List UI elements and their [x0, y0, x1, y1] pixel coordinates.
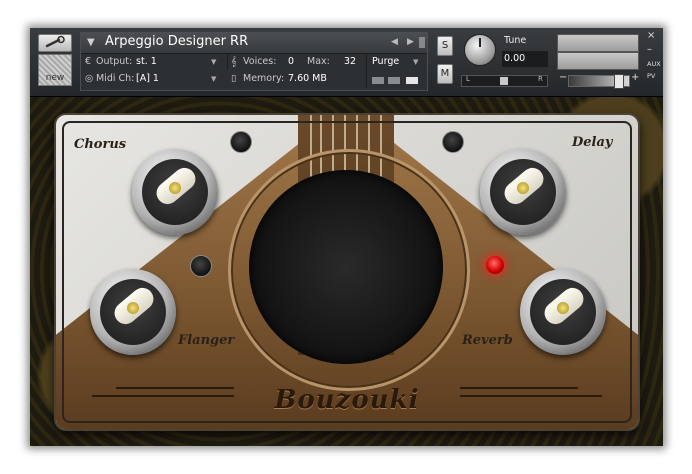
max-value[interactable]: 32: [344, 56, 356, 67]
voices-icon: 𝄞: [231, 56, 237, 67]
output-value[interactable]: st. 1: [136, 56, 157, 67]
reverb-knob[interactable]: [520, 269, 606, 355]
next-instrument-icon[interactable]: ▶: [407, 37, 414, 47]
purge-button[interactable]: Purge: [372, 56, 399, 67]
midi-icon: ◎: [85, 73, 94, 84]
reverb-label: Reverb: [462, 333, 513, 348]
pan-right-label: R: [538, 75, 543, 83]
divider-line: [460, 387, 578, 389]
chorus-knob[interactable]: [132, 149, 218, 235]
midi-dropdown-icon[interactable]: ▼: [211, 75, 216, 83]
caret-down-icon[interactable]: ▼: [87, 37, 95, 48]
memory-value: 7.60 MB: [288, 73, 327, 84]
solo-label: S: [441, 40, 449, 51]
brand-logo: Bouzouki: [274, 385, 420, 415]
solo-button[interactable]: S: [437, 36, 453, 56]
max-label: Max:: [307, 56, 330, 67]
instrument-header: new ▼ Arpeggio Designer RR ◀ ▶ € Output:…: [30, 28, 663, 97]
divider: [366, 54, 367, 88]
level-meter-left: [557, 34, 639, 52]
kontakt-instrument-window: new ▼ Arpeggio Designer RR ◀ ▶ € Output:…: [30, 28, 663, 446]
midi-value[interactable]: [A] 1: [136, 73, 159, 84]
flanger-indicator[interactable]: [190, 255, 212, 277]
memory-icon: ▯: [231, 73, 237, 84]
reverb-indicator-led[interactable]: [486, 256, 504, 274]
new-instrument-button[interactable]: new: [38, 54, 72, 86]
voices-value: 0: [288, 56, 295, 67]
pv-button[interactable]: PV: [647, 72, 655, 80]
delay-knob[interactable]: [480, 149, 566, 235]
metal-plate: Chorus Delay Flanger Reverb Bouzouki: [54, 113, 640, 431]
tune-label: Tune: [504, 35, 527, 46]
divider: [227, 54, 228, 70]
instrument-panel: Chorus Delay Flanger Reverb Bouzouki: [30, 97, 663, 446]
delay-label: Delay: [572, 135, 613, 150]
pan-left-label: L: [466, 75, 470, 83]
volume-thumb[interactable]: [614, 74, 624, 89]
memory-label: Memory:: [243, 73, 285, 84]
tune-knob[interactable]: [464, 34, 496, 66]
flanger-label: Flanger: [178, 333, 235, 348]
pan-thumb[interactable]: [500, 77, 508, 85]
mute-button[interactable]: M: [437, 64, 453, 84]
volume-slider[interactable]: [568, 74, 630, 89]
new-label: new: [45, 73, 65, 83]
level-meter-right: [557, 52, 639, 70]
wrench-button[interactable]: [38, 34, 72, 52]
divider-line: [92, 395, 234, 397]
instrument-info-panel: ▼ Arpeggio Designer RR ◀ ▶ € Output: st.…: [80, 32, 428, 91]
memory-meter: [406, 77, 418, 84]
chorus-label: Chorus: [74, 137, 127, 152]
voices-label: Voices:: [243, 56, 277, 67]
mute-label: M: [440, 68, 450, 79]
output-label: Output:: [96, 56, 133, 67]
flanger-knob[interactable]: [90, 269, 176, 355]
volume-minus[interactable]: −: [559, 72, 567, 83]
wrench-icon: [45, 35, 65, 48]
delay-indicator[interactable]: [442, 131, 464, 153]
instrument-name[interactable]: Arpeggio Designer RR: [105, 34, 248, 49]
camera-icon[interactable]: [419, 37, 425, 48]
midi-label: Midi Ch:: [96, 73, 135, 84]
tune-value[interactable]: 0.00: [502, 51, 548, 67]
disk-meter: [388, 77, 400, 84]
output-icon: €: [85, 56, 92, 67]
aux-button[interactable]: AUX: [647, 60, 661, 68]
divider-line: [460, 395, 602, 397]
purge-dropdown-icon[interactable]: ▼: [413, 58, 418, 66]
close-icon[interactable]: ×: [647, 30, 655, 41]
volume-plus[interactable]: +: [631, 72, 639, 83]
title-row: ▼ Arpeggio Designer RR ◀ ▶: [81, 33, 427, 54]
output-dropdown-icon[interactable]: ▼: [211, 58, 216, 66]
pan-slider[interactable]: L R: [461, 75, 548, 87]
cpu-meter: [372, 77, 384, 84]
chorus-indicator[interactable]: [230, 131, 252, 153]
prev-instrument-icon[interactable]: ◀: [391, 37, 398, 47]
minimize-icon[interactable]: –: [647, 44, 652, 55]
divider-line: [116, 387, 234, 389]
